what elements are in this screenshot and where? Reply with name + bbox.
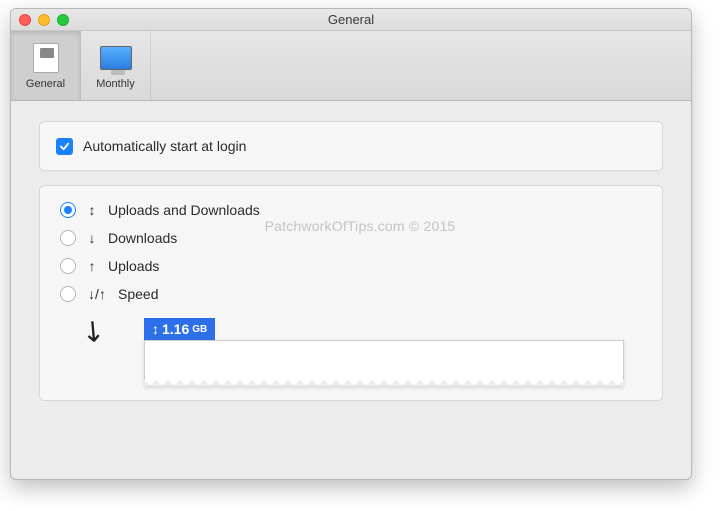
- tab-label: General: [26, 78, 65, 90]
- radio-indicator: [60, 286, 76, 302]
- minimize-icon[interactable]: [38, 14, 50, 26]
- radio-option-downloads[interactable]: ↓ Downloads: [60, 228, 646, 248]
- radio-label: Speed: [118, 286, 158, 302]
- down-icon: ↓: [86, 230, 98, 246]
- updown-icon: ↕: [86, 202, 98, 218]
- pointer-arrow-icon: ↘: [74, 310, 113, 350]
- window-title: General: [328, 12, 374, 27]
- monitor-icon: [100, 42, 132, 74]
- radio-label: Uploads: [108, 258, 159, 274]
- tab-label: Monthly: [96, 78, 135, 90]
- radio-indicator: [60, 202, 76, 218]
- radio-option-uploads[interactable]: ↑ Uploads: [60, 256, 646, 276]
- titlebar: General: [11, 9, 691, 31]
- menubar-preview: ↘ ↕ 1.16GB: [84, 318, 646, 386]
- display-mode-panel: ↕ Uploads and Downloads ↓ Downloads ↑ Up…: [39, 185, 663, 401]
- toolbar: General Monthly: [11, 31, 691, 101]
- tab-monthly[interactable]: Monthly: [81, 31, 151, 100]
- updown-icon: ↕: [152, 321, 159, 337]
- preferences-window: General General Monthly Automatically st…: [10, 8, 692, 480]
- zoom-icon[interactable]: [57, 14, 69, 26]
- preview-unit: GB: [192, 324, 207, 335]
- content-area: Automatically start at login ↕ Uploads a…: [11, 101, 691, 435]
- radio-option-speed[interactable]: ↓/↑ Speed: [60, 284, 646, 304]
- radio-label: Downloads: [108, 230, 177, 246]
- switch-icon: [30, 42, 62, 74]
- close-icon[interactable]: [19, 14, 31, 26]
- up-icon: ↑: [86, 258, 98, 274]
- autostart-panel: Automatically start at login: [39, 121, 663, 171]
- speed-icon: ↓/↑: [86, 286, 108, 302]
- radio-label: Uploads and Downloads: [108, 202, 260, 218]
- radio-indicator: [60, 230, 76, 246]
- radio-option-updown[interactable]: ↕ Uploads and Downloads: [60, 200, 646, 220]
- menubar-strip: [144, 340, 624, 386]
- autostart-label: Automatically start at login: [83, 138, 246, 154]
- menubar-chip: ↕ 1.16GB: [144, 318, 215, 340]
- autostart-checkbox[interactable]: [56, 138, 73, 155]
- tab-general[interactable]: General: [11, 31, 81, 100]
- radio-indicator: [60, 258, 76, 274]
- preview-value: 1.16: [162, 321, 189, 337]
- window-controls: [19, 14, 69, 26]
